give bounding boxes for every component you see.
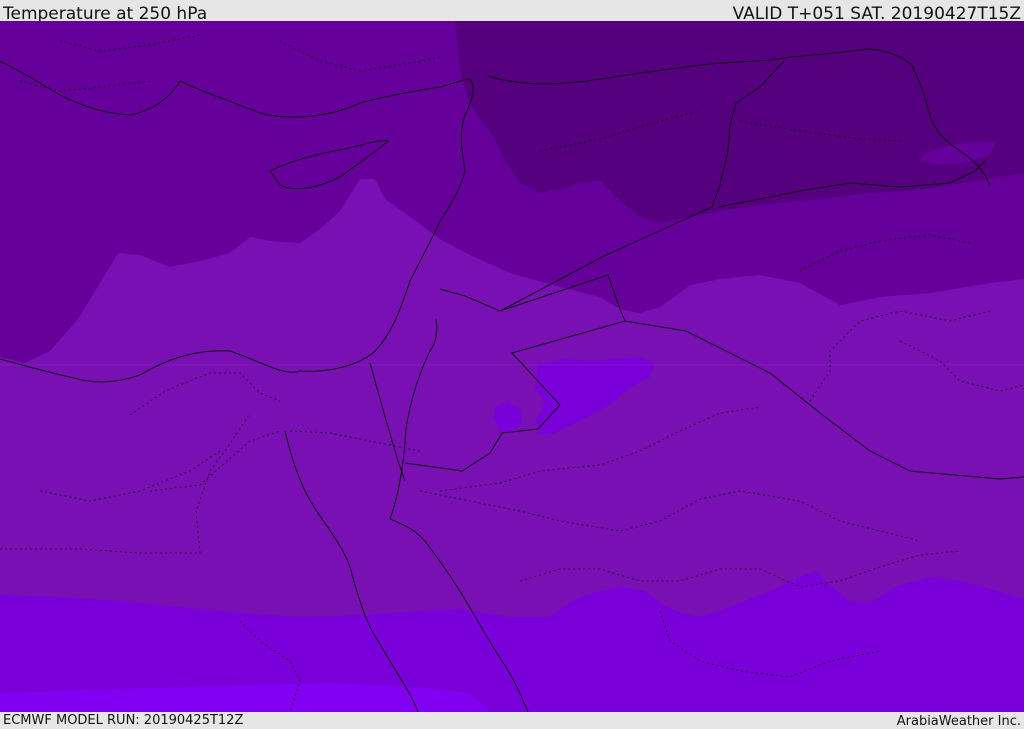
map-footer: ECMWF MODEL RUN: 20190425T12Z ArabiaWeat…: [0, 712, 1024, 729]
map-header: Temperature at 250 hPa VALID T+051 SAT. …: [0, 0, 1024, 24]
model-run-label: ECMWF MODEL RUN: 20190425T12Z: [3, 713, 244, 728]
credit-label: ArabiaWeather Inc.: [896, 714, 1021, 729]
map-canvas: [0, 21, 1024, 712]
temperature-map[interactable]: [0, 21, 1024, 712]
